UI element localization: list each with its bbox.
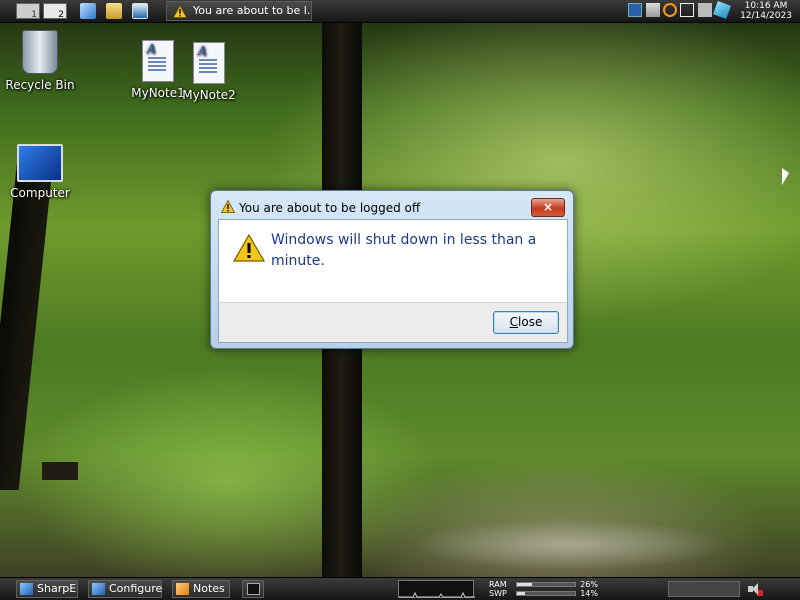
quicklaunch-notepad-icon[interactable] <box>80 3 96 19</box>
taskbar-notes-button[interactable]: Notes <box>172 580 230 598</box>
taskbar-button-label: SharpE <box>37 582 77 595</box>
wallpaper-bench <box>42 462 78 480</box>
quicklaunch-desktop-icon[interactable] <box>132 3 148 19</box>
dialog-body: Windows will shut down in less than a mi… <box>218 219 568 303</box>
swap-value: 14% <box>580 589 598 598</box>
close-button-label-rest: lose <box>518 315 543 329</box>
clock[interactable]: 10:16 AM 12/14/2023 <box>736 1 796 21</box>
taskbar-button-label: Notes <box>193 582 225 595</box>
taskbar-terminal-button[interactable] <box>242 580 264 598</box>
computer-icon <box>17 144 63 182</box>
swap-bar <box>516 591 576 596</box>
document-icon <box>142 40 174 82</box>
desktop-icon-computer[interactable]: Computer <box>3 144 77 200</box>
top-taskbar: 1 2 You are about to be l... 10:16 AM 12… <box>0 0 800 23</box>
mouse-cursor-icon <box>782 168 789 185</box>
ram-label: RAM <box>489 580 507 589</box>
warning-icon <box>173 5 187 18</box>
close-button-accelerator: C <box>509 315 519 329</box>
workspace-1-button[interactable]: 1 <box>16 3 40 20</box>
cpu-graph <box>398 580 475 598</box>
tray-monitor-icon[interactable] <box>680 3 694 17</box>
configure-icon <box>92 583 105 595</box>
document-icon <box>193 42 225 84</box>
ram-value: 26% <box>580 580 598 589</box>
taskbar-empty-slot <box>668 581 740 597</box>
ram-bar <box>516 582 576 587</box>
wallpaper-tree-left <box>0 160 54 490</box>
warning-large-icon <box>233 234 265 262</box>
tray-network-disabled-icon[interactable] <box>646 3 660 17</box>
tray-search-icon[interactable] <box>663 3 677 17</box>
taskbar-configure-button[interactable]: Configure <box>88 580 162 598</box>
terminal-icon <box>247 583 260 595</box>
logoff-dialog: You are about to be logged off × Windows… <box>210 190 574 349</box>
sharpe-icon <box>20 583 33 595</box>
desktop-icon-recycle-bin[interactable]: Recycle Bin <box>3 30 77 92</box>
swap-label: SWP <box>489 589 507 598</box>
desktop-icon-label: Computer <box>10 186 70 200</box>
close-button[interactable]: Close <box>493 311 559 334</box>
notes-icon <box>176 583 189 595</box>
taskbar-window-button[interactable]: You are about to be l... <box>166 1 312 21</box>
desktop-icon-mynote2[interactable]: MyNote2 <box>172 42 246 102</box>
recycle-bin-icon <box>22 30 58 74</box>
tray-expand-icon[interactable] <box>628 3 642 17</box>
dialog-close-x-button[interactable]: × <box>531 198 565 217</box>
tray-app-icon[interactable] <box>713 1 731 19</box>
taskbar-sharpe-button[interactable]: SharpE <box>16 580 78 598</box>
close-icon: × <box>542 200 554 214</box>
warning-icon <box>221 200 235 213</box>
ram-bar-fill <box>517 583 533 586</box>
dialog-footer: Close <box>218 302 568 343</box>
volume-muted-icon[interactable] <box>746 581 764 597</box>
quicklaunch-folder-icon[interactable] <box>106 3 122 19</box>
tray-volume-muted-icon[interactable] <box>698 3 712 17</box>
clock-time: 10:16 AM <box>744 1 788 11</box>
wallpaper-stream <box>410 520 730 570</box>
workspace-2-button[interactable]: 2 <box>43 3 67 20</box>
dialog-title: You are about to be logged off <box>239 201 421 215</box>
swap-bar-fill <box>517 592 526 595</box>
bottom-taskbar: SharpE Configure Notes RAM 26% SWP 14% <box>0 577 800 600</box>
clock-date: 12/14/2023 <box>740 11 792 21</box>
muted-icon <box>757 590 763 596</box>
dialog-message: Windows will shut down in less than a mi… <box>271 232 537 269</box>
taskbar-window-title: You are about to be l... <box>193 4 312 17</box>
desktop-icon-label: MyNote2 <box>182 88 236 102</box>
desktop-icon-label: Recycle Bin <box>5 78 75 92</box>
taskbar-button-label: Configure <box>109 582 163 595</box>
